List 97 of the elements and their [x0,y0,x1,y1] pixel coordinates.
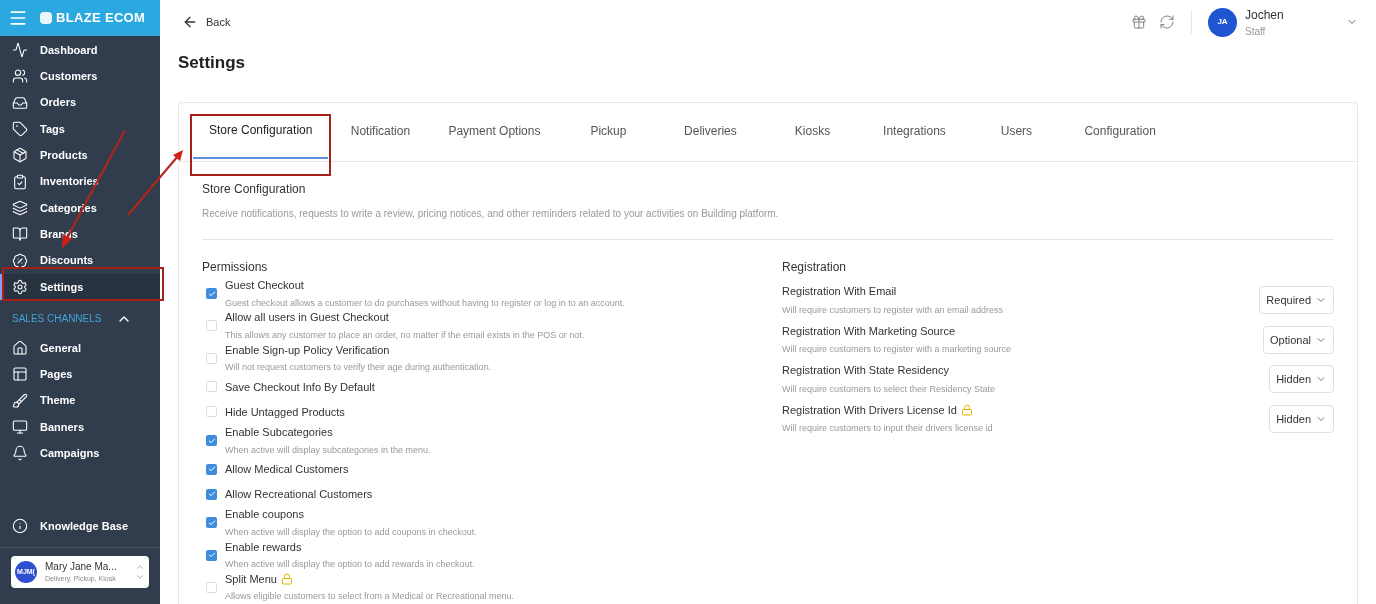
tab[interactable]: Payment Options [432,102,557,161]
option-hint: When active will display subcategories in the menu. [225,443,431,457]
option-hint: Will not request customers to verify their age during authentication. [225,361,492,375]
checkbox[interactable] [206,288,217,300]
option-label: Allow all users in Guest Checkout [225,310,389,326]
tab[interactable]: Store Configuration [193,102,329,159]
tag-icon [12,121,28,138]
user-menu[interactable]: JA Jochen Staff [1208,5,1358,39]
group-heading: Permissions [202,258,269,276]
layout-icon [12,366,28,383]
checkbox[interactable] [206,517,217,529]
option-hint: Guest checkout allows a customer to do purchases without having to register or log in to an account. [225,296,625,310]
settings-icon [12,278,28,295]
option-label: Registration With Email [782,284,897,300]
page-title: Settings [178,52,247,74]
tab[interactable]: Pickup [558,102,659,161]
user-name: Jochen [1245,6,1285,24]
inbox-icon [12,94,28,111]
section-title: SALES CHANNELS [12,312,102,327]
option-hint: Will require customers to select their Residency State [782,382,996,396]
box-icon [12,147,28,164]
option-hint: When active will display the option to add coupons in checkout. [225,525,477,539]
monitor-icon [12,419,28,435]
option-hint: Will require customers to input their drivers license id [782,422,993,436]
nav-item[interactable]: Banners [0,413,160,441]
checkbox[interactable] [206,549,217,561]
option-label: Enable Subcategories [225,425,333,441]
nav-item[interactable]: Customers [0,63,160,90]
checkbox[interactable] [206,352,217,364]
nav-item[interactable]: Theme [0,387,160,414]
checkbox[interactable] [206,463,217,475]
option-label: Enable rewards [225,539,302,555]
tab[interactable]: Notification [330,102,431,161]
nav-item[interactable]: Settings [0,273,160,300]
option-hint: Will require customers to register with an email address [782,303,1004,317]
nav-item[interactable]: Discounts [0,247,160,274]
option-label: Allow Medical Customers [225,461,349,477]
option-label: Registration With Marketing Source [782,323,955,339]
users-icon [12,68,28,85]
option-label: Enable Sign-up Policy Verification [225,342,390,358]
option-label: Hide Untagged Products [225,404,345,420]
percent-icon [12,252,28,269]
group-heading: Registration [782,258,848,276]
menu-icon[interactable] [8,8,28,28]
nav-item[interactable]: Orders [0,89,160,116]
tab[interactable]: Configuration [1068,102,1172,161]
select-dropdown[interactable]: Hidden [1269,365,1334,394]
nav-item[interactable]: Tags [0,115,160,143]
select-dropdown[interactable]: Optional [1263,325,1334,354]
brand-logo: BLAZE ECOM [40,8,146,28]
nav-item[interactable]: Knowledge Base [0,513,160,539]
nav-item[interactable]: Products [0,142,160,169]
option-hint: Will require customers to register with a marketing source [782,343,1012,357]
tab[interactable]: Deliveries [660,102,761,161]
nav-item[interactable]: Pages [0,361,160,388]
nav-item[interactable]: General [0,334,160,362]
option-label: Save Checkout Info By Default [225,379,375,395]
user-role: Staff [1245,24,1267,39]
clipboard-icon [12,173,28,190]
user-avatar: JA [1208,7,1237,37]
layers-icon [12,199,28,216]
option-hint: When active will display the option to add rewards in checkout. [225,558,475,572]
brush-icon [12,392,28,409]
bell-icon [12,445,28,462]
select-dropdown[interactable]: Hidden [1269,404,1334,433]
section-description: Receive notifications, requests to write a review, pricing notices, and other reminders related to your activities on Building platform. [202,206,780,221]
option-hint: This allows any customer to place an order, no matter if the email exists in the POS or not. [225,328,585,342]
refresh-icon[interactable] [1159,14,1175,30]
checkbox[interactable] [206,320,217,332]
checkbox[interactable] [206,435,217,447]
updown-icon [135,562,145,582]
option-label: Split Menu [225,571,277,587]
info-icon [12,518,28,534]
book-icon [12,226,28,243]
option-label: Enable coupons [225,507,304,523]
pulse-icon [12,42,28,59]
checkbox[interactable] [206,581,217,593]
nav-item[interactable]: Campaigns [0,440,160,467]
tab[interactable]: Users [966,102,1067,161]
tab[interactable]: Integrations [864,102,965,161]
home-icon [12,340,28,357]
option-label: Registration With State Residency [782,363,949,379]
checkbox[interactable] [206,381,217,393]
option-label: Guest Checkout [225,278,304,294]
option-label: Registration With Drivers License Id [782,402,957,418]
section-heading: Store Configuration [202,180,307,198]
select-dropdown[interactable]: Required [1259,286,1334,315]
option-label: Allow Recreational Customers [225,486,373,502]
store-name: Mary Jane Ma... [45,560,118,575]
nav-item[interactable]: Inventories [0,168,160,195]
option-hint: Allows eligible customers to select from a Medical or Recreational menu. [225,590,515,604]
checkbox[interactable] [206,406,217,418]
nav-item[interactable]: Dashboard [0,37,160,64]
checkbox[interactable] [206,488,217,500]
gift-icon[interactable] [1131,14,1147,30]
back-link[interactable]: Back [182,13,231,31]
tab[interactable]: Kiosks [762,102,863,161]
